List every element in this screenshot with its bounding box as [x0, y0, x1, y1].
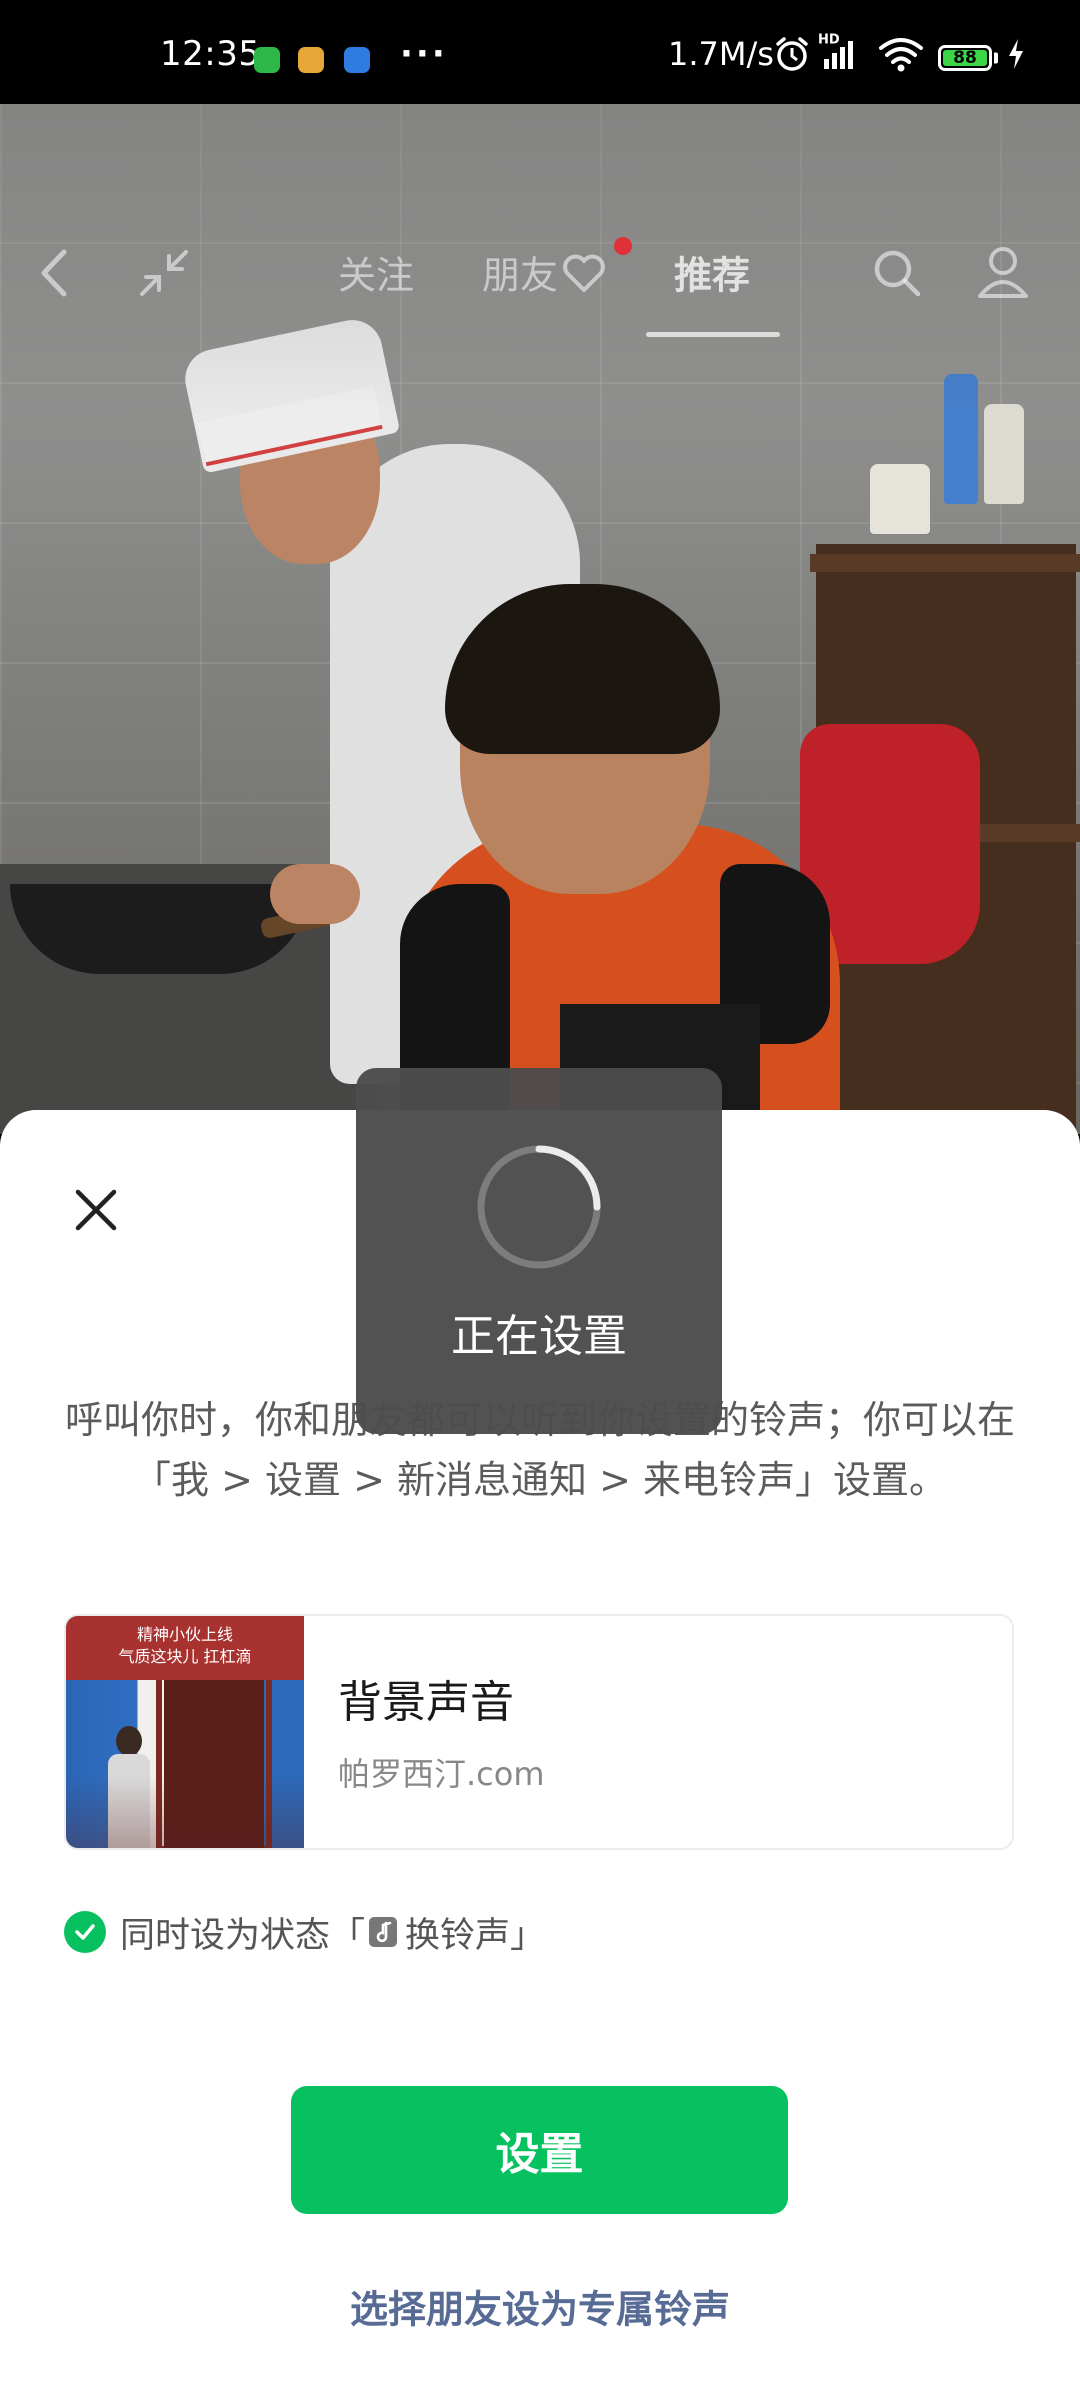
checkmark-icon[interactable]: [64, 1911, 106, 1953]
thumbnail-blur: [66, 1776, 304, 1848]
battery-icon: 88: [938, 45, 992, 71]
ringtone-card[interactable]: 精神小伙上线 气质这块儿 扛杠滴 背景声音 帕罗西汀.com: [64, 1614, 1014, 1850]
battery-tip: [994, 52, 998, 64]
thumbnail-caption-line2: 气质这块儿 扛杠滴: [118, 1647, 252, 1666]
music-note-icon: [369, 1917, 398, 1947]
alarm-icon: [776, 37, 808, 71]
notification-dot: [614, 237, 632, 255]
ringtone-title: 背景声音: [338, 1677, 514, 1728]
status-option-suffix: 」: [510, 1915, 546, 1956]
status-option-prefix: 同时设为状态「: [120, 1915, 366, 1956]
heart-icon: [563, 254, 605, 292]
bird-notification-icon: [344, 47, 370, 73]
ringtone-thumbnail: 精神小伙上线 气质这块儿 扛杠滴: [66, 1616, 304, 1848]
wifi-icon: [879, 38, 923, 72]
tab-friends[interactable]: 朋友: [482, 245, 558, 300]
back-icon[interactable]: [34, 246, 74, 300]
loading-text: 正在设置: [451, 1311, 627, 1362]
status-bar: 12:35 ··· 1.7M/s HD 88: [0, 0, 1080, 104]
tab-following[interactable]: 关注: [338, 245, 414, 300]
status-option-label: 换铃声: [405, 1915, 511, 1956]
network-speed: 1.7M/s: [668, 35, 774, 73]
set-button[interactable]: 设置: [291, 2086, 788, 2214]
more-notifications-icon: ···: [400, 34, 448, 74]
top-nav: 关注 朋友 推荐: [0, 104, 1080, 337]
charging-icon: [1009, 39, 1023, 69]
profile-icon[interactable]: [976, 244, 1030, 300]
battery-level: 88: [943, 48, 987, 68]
wechat-notification-icon: [254, 47, 280, 73]
loading-toast: 正在设置: [356, 1068, 722, 1434]
close-icon[interactable]: [56, 1170, 136, 1250]
app-notification-icon: [298, 47, 324, 73]
thumbnail-kid-head: [116, 1726, 142, 1756]
status-time: 12:35: [160, 34, 261, 74]
ringtone-subtitle: 帕罗西汀.com: [338, 1755, 545, 1793]
search-icon[interactable]: [870, 246, 924, 300]
collapse-icon[interactable]: [136, 246, 192, 300]
signal-icon: [824, 41, 853, 69]
tab-underline: [646, 332, 780, 337]
thumbnail-caption-line1: 精神小伙上线: [136, 1625, 233, 1644]
choose-friend-link[interactable]: 选择朋友设为专属铃声: [350, 2279, 730, 2334]
thumbnail-caption: 精神小伙上线 气质这块儿 扛杠滴: [66, 1616, 304, 1680]
loading-spinner-icon: [477, 1145, 601, 1269]
set-as-status-option[interactable]: 同时设为状态「 换铃声 」: [64, 1910, 545, 1956]
status-option-text: 同时设为状态「 换铃声 」: [120, 1907, 545, 1958]
tab-recommended[interactable]: 推荐: [674, 245, 750, 300]
